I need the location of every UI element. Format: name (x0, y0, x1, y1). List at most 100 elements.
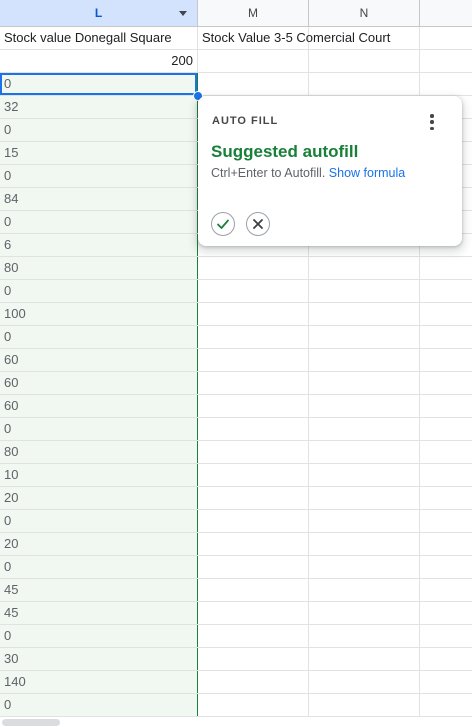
suggested-value-cell[interactable]: 0 (0, 280, 198, 302)
suggested-value-cell[interactable]: 80 (0, 441, 198, 463)
cell-next[interactable] (420, 418, 472, 440)
cell-n[interactable] (309, 533, 420, 555)
cell-m[interactable] (198, 395, 309, 417)
cell-next[interactable] (420, 349, 472, 371)
cell-next[interactable] (420, 556, 472, 578)
suggested-value-cell[interactable]: 0 (0, 326, 198, 348)
cell-n[interactable] (309, 556, 420, 578)
cell-next[interactable] (420, 648, 472, 670)
suggested-value-cell[interactable]: 45 (0, 602, 198, 624)
cell-n[interactable] (309, 257, 420, 279)
cell-n[interactable] (309, 418, 420, 440)
cell-m[interactable] (198, 648, 309, 670)
header-cell-stock-value-commercial[interactable]: Stock Value 3-5 Comercial Court (198, 27, 390, 49)
cell-n[interactable] (309, 625, 420, 647)
cell-next[interactable] (420, 487, 472, 509)
cell-n[interactable] (309, 50, 420, 72)
cell-next[interactable] (420, 372, 472, 394)
accept-autofill-button[interactable] (211, 212, 235, 236)
cell-m[interactable] (198, 694, 309, 716)
cell-next[interactable] (420, 395, 472, 417)
cell-n[interactable] (309, 280, 420, 302)
suggested-value-cell[interactable]: 80 (0, 257, 198, 279)
cell-next[interactable] (420, 671, 472, 693)
cell-n[interactable] (309, 326, 420, 348)
cell-n[interactable] (309, 27, 420, 49)
cell-n[interactable] (309, 487, 420, 509)
cell-m[interactable] (198, 602, 309, 624)
suggested-value-cell[interactable]: 45 (0, 579, 198, 601)
column-menu-dropdown-icon[interactable] (179, 11, 187, 16)
show-formula-link[interactable]: Show formula (329, 166, 405, 180)
cell-n[interactable] (309, 510, 420, 532)
cell-next[interactable] (420, 510, 472, 532)
cell-n[interactable] (309, 441, 420, 463)
cell-next[interactable] (420, 27, 472, 49)
suggested-value-cell[interactable]: 20 (0, 487, 198, 509)
column-header-m[interactable]: M (198, 0, 309, 26)
cell-m[interactable] (198, 50, 309, 72)
suggested-value-cell[interactable]: 6 (0, 234, 198, 256)
cell-m[interactable] (198, 671, 309, 693)
cell-n[interactable] (309, 579, 420, 601)
cell-m[interactable] (198, 510, 309, 532)
more-vertical-icon[interactable] (424, 113, 440, 131)
cell-next[interactable] (420, 625, 472, 647)
cell-m[interactable] (198, 441, 309, 463)
cell-m[interactable] (198, 303, 309, 325)
cell-m[interactable] (198, 257, 309, 279)
suggested-value-cell[interactable]: 84 (0, 188, 198, 210)
column-header-n[interactable]: N (309, 0, 420, 26)
cell-n[interactable] (309, 372, 420, 394)
suggested-value-cell[interactable]: 60 (0, 349, 198, 371)
suggested-value-cell[interactable]: 100 (0, 303, 198, 325)
cell-next[interactable] (420, 326, 472, 348)
suggested-value-cell[interactable]: 0 (0, 556, 198, 578)
cell-n[interactable] (309, 694, 420, 716)
dismiss-autofill-button[interactable] (246, 212, 270, 236)
cell-m[interactable] (198, 280, 309, 302)
suggested-value-cell[interactable]: 30 (0, 648, 198, 670)
horizontal-scrollbar-thumb[interactable] (2, 719, 60, 726)
cell-n[interactable] (309, 73, 420, 95)
cell-m[interactable] (198, 349, 309, 371)
horizontal-scrollbar[interactable] (0, 717, 472, 727)
suggested-value-cell[interactable]: 140 (0, 671, 198, 693)
cell-m[interactable] (198, 533, 309, 555)
header-cell-stock-value-donegall[interactable]: Stock value Donegall Square (0, 27, 198, 49)
cell-m[interactable] (198, 556, 309, 578)
cell-m[interactable] (198, 372, 309, 394)
suggested-value-cell[interactable]: 0 (0, 694, 198, 716)
suggested-value-cell[interactable]: 15 (0, 142, 198, 164)
cell-next[interactable] (420, 694, 472, 716)
cell-m[interactable] (198, 579, 309, 601)
cell-n[interactable] (309, 648, 420, 670)
cell-next[interactable] (420, 533, 472, 555)
cell-next[interactable] (420, 50, 472, 72)
cell-next[interactable] (420, 464, 472, 486)
suggested-value-cell[interactable]: 20 (0, 533, 198, 555)
cell-n[interactable] (309, 464, 420, 486)
cell-m[interactable] (198, 418, 309, 440)
cell-m[interactable] (198, 487, 309, 509)
suggested-value-cell[interactable]: 0 (0, 73, 198, 95)
suggested-value-cell[interactable]: 0 (0, 625, 198, 647)
cell-n[interactable] (309, 303, 420, 325)
suggested-value-cell[interactable]: 0 (0, 119, 198, 141)
suggested-value-cell[interactable]: 32 (0, 96, 198, 118)
suggested-value-cell[interactable]: 0 (0, 418, 198, 440)
cell-n[interactable] (309, 395, 420, 417)
cell-next[interactable] (420, 280, 472, 302)
cell-next[interactable] (420, 257, 472, 279)
suggested-value-cell[interactable]: 0 (0, 165, 198, 187)
suggested-value-cell[interactable]: 60 (0, 395, 198, 417)
column-header-next[interactable] (420, 0, 472, 26)
cell-next[interactable] (420, 602, 472, 624)
suggested-value-cell[interactable]: 0 (0, 510, 198, 532)
cell-m[interactable] (198, 625, 309, 647)
suggested-value-cell[interactable]: 10 (0, 464, 198, 486)
cell-next[interactable] (420, 303, 472, 325)
total-cell[interactable]: 200 (0, 50, 198, 72)
cell-n[interactable] (309, 602, 420, 624)
column-header-l[interactable]: L (0, 0, 198, 26)
